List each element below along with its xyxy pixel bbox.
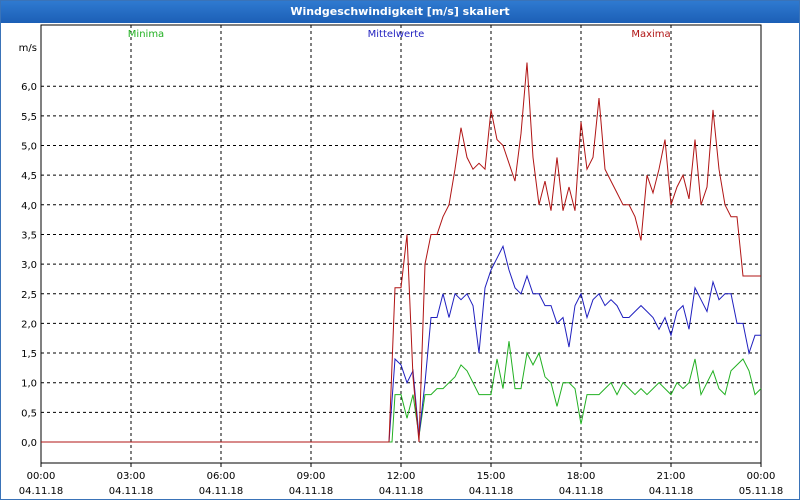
- x-tick-time: 15:00: [477, 471, 506, 482]
- x-tick-date: 04.11.18: [559, 486, 604, 497]
- y-tick-label: 0,0: [21, 438, 37, 449]
- line-chart: 0,0 0,5 1,0 1,5 2,0 2,5 3,0 3,5 4,0 4,5 5,0 5,5 6,0 m…: [19, 24, 784, 497]
- y-tick-label: 6,0: [21, 82, 37, 93]
- x-tick-time: 00:00: [27, 471, 56, 482]
- x-tick-date: 04.11.18: [199, 486, 244, 497]
- x-tick-time: 21:00: [657, 471, 686, 482]
- legend-maxima: Maxima: [631, 29, 670, 40]
- x-tick-date: 04.11.18: [19, 486, 64, 497]
- x-tick-time: 18:00: [567, 471, 596, 482]
- y-tick-label: 2,0: [21, 319, 37, 330]
- y-tick-label: 5,5: [21, 112, 37, 123]
- x-tick-time: 03:00: [117, 471, 146, 482]
- x-tick-date: 04.11.18: [109, 486, 154, 497]
- legend-mittelwerte: Mittelwerte: [368, 29, 425, 40]
- y-tick-label: 2,5: [21, 290, 37, 301]
- y-tick-label: 4,5: [21, 171, 37, 182]
- x-tick-time: 09:00: [297, 471, 326, 482]
- y-tick-label: 1,5: [21, 349, 37, 360]
- x-tick-date: 04.11.18: [289, 486, 334, 497]
- y-tick-label: 5,0: [21, 142, 37, 153]
- y-axis-label: m/s: [19, 43, 37, 54]
- y-tick-label: 1,0: [21, 379, 37, 390]
- x-tick-time: 12:00: [387, 471, 416, 482]
- x-tick-time: 06:00: [207, 471, 236, 482]
- x-tick-time: 00:00: [747, 471, 776, 482]
- x-tick-date: 04.11.18: [469, 486, 514, 497]
- x-tick-date: 04.11.18: [649, 486, 694, 497]
- y-tick-label: 3,5: [21, 230, 37, 241]
- y-tick-label: 4,0: [21, 201, 37, 212]
- x-tick-date: 05.11.18: [739, 486, 784, 497]
- x-tick-date: 04.11.18: [379, 486, 424, 497]
- y-tick-label: 3,0: [21, 260, 37, 271]
- chart-window: Windgeschwindigkeit [m/s] skaliert 0,0 0,…: [0, 0, 800, 500]
- y-tick-label: 0,5: [21, 408, 37, 419]
- legend-minima: Minima: [128, 29, 164, 40]
